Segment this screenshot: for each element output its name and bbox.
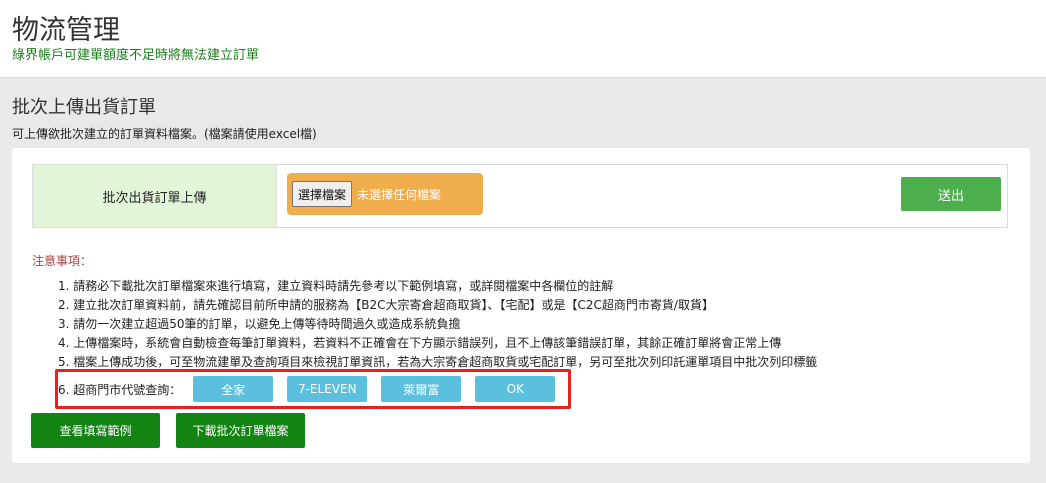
view-sample-button[interactable]: 查看填寫範例 [31, 413, 160, 448]
section-title: 批次上傳出貨訂單 [12, 97, 156, 118]
notes-list: 1. 請務必下載批次訂單檔案來進行填寫，建立資料時請先參考以下範例填寫，或詳閱檔… [58, 277, 1018, 372]
upload-body: 選擇檔案 未選擇任何檔案 送出 [277, 165, 1007, 227]
note-item: 3. 請勿一次建立超過50筆的訂單，以避免上傳等待時間過久或造成系統負擔 [58, 317, 461, 331]
note-item: 5. 檔案上傳成功後，可至物流建單及查詢項目來檢視訂單資訊，若為大宗寄倉超商取貨… [58, 355, 818, 369]
page-title: 物流管理 [12, 15, 120, 46]
quota-warning: 綠界帳戶可建單額度不足時將無法建立訂單 [12, 48, 260, 63]
choose-file-button[interactable]: 選擇檔案 [292, 181, 353, 207]
store-button-7-eleven[interactable]: 7-ELEVEN [287, 376, 368, 402]
upload-card: 批次出貨訂單上傳 選擇檔案 未選擇任何檔案 送出 注意事項： 1. 請務必下載批… [12, 148, 1030, 463]
store-button-ok-mart[interactable]: OK [475, 376, 556, 402]
store-button-hi-life[interactable]: 萊爾富 [381, 376, 462, 402]
store-query-label: 6. 超商門市代號查詢： [58, 382, 182, 397]
note-item: 2. 建立批次訂單資料前，請先確認目前所申請的服務為【B2C大宗寄倉超商取貨】、… [58, 298, 714, 312]
file-input[interactable]: 選擇檔案 未選擇任何檔案 [287, 173, 483, 215]
store-button-family-mart[interactable]: 全家 [193, 376, 274, 402]
upload-label: 批次出貨訂單上傳 [33, 165, 277, 227]
note-item: 1. 請務必下載批次訂單檔案來進行填寫，建立資料時請先參考以下範例填寫，或詳閱檔… [58, 279, 614, 293]
section-description: 可上傳欲批次建立的訂單資料檔案。(檔案請使用excel檔) [12, 127, 317, 141]
upload-row: 批次出貨訂單上傳 選擇檔案 未選擇任何檔案 送出 [32, 164, 1008, 228]
notes-title: 注意事項： [32, 254, 93, 268]
note-item: 4. 上傳檔案時，系統會自動檢查每筆訂單資料，若資料不正確會在下方顯示錯誤列，且… [58, 336, 782, 350]
file-status: 未選擇任何檔案 [357, 187, 442, 202]
page-header: 物流管理 綠界帳戶可建單額度不足時將無法建立訂單 [0, 0, 1046, 78]
store-query-line: 6. 超商門市代號查詢： 全家 7-ELEVEN 萊爾富 OK [58, 376, 566, 402]
download-file-button[interactable]: 下載批次訂單檔案 [176, 413, 305, 448]
submit-button[interactable]: 送出 [901, 177, 1001, 211]
